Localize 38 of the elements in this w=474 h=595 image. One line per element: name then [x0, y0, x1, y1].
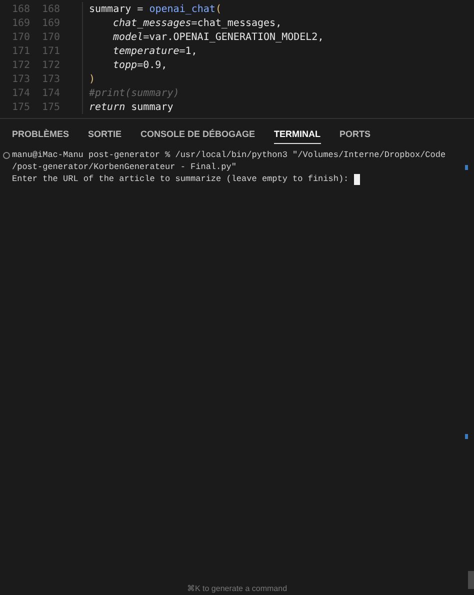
code-line: ): [89, 74, 96, 84]
line-number: 171: [10, 46, 30, 56]
line-number: 171: [40, 46, 60, 56]
panel-tab[interactable]: CONSOLE DE DÉBOGAGE: [140, 124, 256, 144]
panel-tab[interactable]: PROBLÈMES: [12, 124, 70, 144]
line-number: 169: [10, 18, 30, 28]
scroll-marker-icon: [465, 165, 468, 170]
line-number: 170: [40, 32, 60, 42]
code-line: summary = openai_chat(: [89, 4, 222, 14]
scrollbar-thumb[interactable]: [468, 571, 474, 589]
terminal-line: /post-generator/KorbenGenerateur - Final.py": [12, 161, 236, 173]
code-line: topp=0.9,: [112, 60, 168, 70]
line-number: 173: [40, 74, 60, 84]
terminal-hint: ⌘K to generate a command: [186, 584, 288, 593]
status-circle-icon: [3, 152, 10, 159]
code-line: return summary: [89, 102, 174, 112]
panel-tab[interactable]: PORTS: [340, 124, 371, 144]
line-number: 169: [40, 18, 60, 28]
line-number: 168: [40, 4, 60, 14]
line-number: 173: [10, 74, 30, 84]
line-number: 172: [10, 60, 30, 70]
panel-tab[interactable]: TERMINAL: [274, 124, 321, 144]
code-line: temperature=1,: [112, 46, 198, 56]
scroll-marker-icon: [465, 434, 468, 439]
cursor-icon: [354, 174, 360, 184]
code-line: #print(summary): [89, 88, 180, 98]
terminal-line: Enter the URL of the article to summarize (leave empty to finish):: [12, 173, 350, 185]
line-number: 175: [40, 102, 60, 112]
terminal-line: manu@iMac-Manu post-generator % /usr/local/bin/python3 "/Volumes/Interne/Dropbox/Code: [12, 149, 446, 161]
code-line: chat_messages=chat_messages,: [112, 18, 282, 28]
line-number: 172: [40, 60, 60, 70]
panel-tab[interactable]: SORTIE: [88, 124, 122, 144]
line-number: 168: [10, 4, 30, 14]
line-number: 174: [40, 88, 60, 98]
line-number: 170: [10, 32, 30, 42]
code-line: model=var.OPENAI_GENERATION_MODEL2,: [112, 32, 324, 42]
line-number: 174: [10, 88, 30, 98]
line-number: 175: [10, 102, 30, 112]
